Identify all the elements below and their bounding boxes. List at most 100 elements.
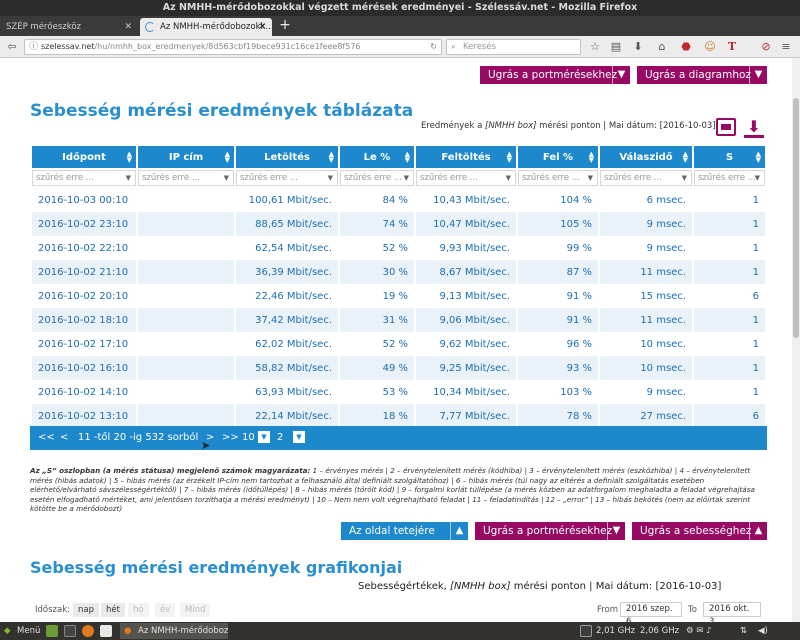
close-tab-icon[interactable]: ✕ xyxy=(124,18,132,36)
jump-portmeres-button[interactable]: Ugrás a portmérésekhez ▼ xyxy=(480,66,630,84)
table-filter-row: szűrés erre ... ▼ szűrés erre ... ▼ szűrés e… xyxy=(32,168,765,188)
jump-portmeres-button-bottom[interactable]: Ugrás a portmérésekhez ▼ xyxy=(475,522,625,540)
page-top-button[interactable]: Az oldal tetejére ▲ xyxy=(341,522,468,540)
close-tab-icon[interactable]: ✕ xyxy=(258,18,266,36)
translate-icon[interactable]: T xyxy=(724,38,740,56)
from-date-input[interactable]: 2016 szep. 6. xyxy=(620,602,682,622)
volume-icon[interactable]: ◀) xyxy=(758,622,768,640)
chevron-up-icon: ▲ xyxy=(749,522,767,540)
filter-input[interactable]: szűrés erre ... ▼ xyxy=(340,170,414,186)
tab-nmhh[interactable]: Az NMHH-mérődobozokk... ✕ xyxy=(140,18,272,36)
meta-box: [NMHH box] xyxy=(450,581,511,592)
filter-input[interactable]: szűrés erre ... ▼ xyxy=(138,170,234,186)
table-cell: 18 % xyxy=(340,404,414,428)
sort-icon: ▲ ▼ xyxy=(588,150,594,164)
firefox-icon[interactable] xyxy=(82,625,94,637)
filter-cell: szűrés erre ... ▼ xyxy=(694,168,765,188)
bookmark-star-icon[interactable]: ☆ xyxy=(587,38,603,56)
column-header[interactable]: S ▲ ▼ xyxy=(694,146,765,168)
stop-icon[interactable]: ⊘ xyxy=(758,38,774,56)
taskbar-task-firefox[interactable]: ● Az NMHH-mérődoboz... xyxy=(120,623,228,639)
table-cell: 49 % xyxy=(340,356,414,380)
table-cell: 91 % xyxy=(518,308,598,332)
print-icon[interactable] xyxy=(716,118,736,136)
jump-sebesseg-button[interactable]: Ugrás a sebességhez ▲ xyxy=(632,522,767,540)
navigation-bar: ⇦ ⓘ szelessav.net/hu/nmhh_box_eredmenyek… xyxy=(0,36,800,58)
tray-icons: ⚙ ✉ ♪ xyxy=(686,626,712,636)
meta-suffix: mérési ponton | Mai dátum: [2016-10-03] xyxy=(513,581,722,592)
filter-input[interactable]: szűrés erre ... ▼ xyxy=(518,170,598,186)
filter-input[interactable]: szűrés erre ... ▼ xyxy=(416,170,516,186)
filter-input[interactable]: szűrés erre ... ▼ xyxy=(32,170,136,186)
menu-logo-icon[interactable]: ◆ xyxy=(4,622,11,640)
info-icon[interactable]: ⓘ xyxy=(29,40,38,54)
reload-icon[interactable]: ↻ xyxy=(430,40,437,54)
table-cell xyxy=(138,356,234,380)
filter-input[interactable]: szűrés erre ... ▼ xyxy=(694,170,765,186)
table-cell: 10,47 Mbit/sec. xyxy=(416,212,516,236)
chevron-down-icon: ▼ xyxy=(125,174,131,182)
table-cell: 1 xyxy=(694,188,765,212)
period-ev-button[interactable]: év xyxy=(155,603,176,617)
home-icon[interactable]: ⌂ xyxy=(654,38,670,56)
table-cell: 9 msec. xyxy=(600,236,692,260)
period-mind-button[interactable]: Mind xyxy=(180,603,211,617)
url-host: szelessav.net xyxy=(41,42,95,51)
new-tab-button[interactable]: + xyxy=(278,16,292,36)
table-cell: 2016-10-02 14:10 xyxy=(32,380,136,404)
table-cell xyxy=(138,212,234,236)
column-label: S xyxy=(725,151,734,163)
files-icon[interactable] xyxy=(100,625,112,637)
adblock-icon[interactable]: ⬣ xyxy=(678,38,694,56)
page-scrollbar[interactable] xyxy=(792,58,800,622)
column-header[interactable]: IP cím ▲ ▼ xyxy=(138,146,234,168)
reader-list-icon[interactable]: ▤ xyxy=(608,38,624,56)
window-title: Az NMHH-mérődobozokkal végzett mérések e… xyxy=(0,0,800,16)
table-cell: 52 % xyxy=(340,236,414,260)
period-nap-button[interactable]: nap xyxy=(73,603,99,617)
filter-cell: szűrés erre ... ▼ xyxy=(236,168,338,188)
prev-page-button[interactable]: < xyxy=(60,426,68,450)
filter-cell: szűrés erre ... ▼ xyxy=(518,168,598,188)
tab-szep[interactable]: SZÉP mérőeszköz ✕ xyxy=(0,18,138,36)
taskbar: ◆ Menü ● Az NMHH-mérődoboz... 2,01 GHz 2… xyxy=(0,622,800,640)
column-header[interactable]: Letöltés ▲ ▼ xyxy=(236,146,338,168)
terminal-icon[interactable] xyxy=(64,625,76,637)
menu-icon[interactable]: ≡ xyxy=(778,38,794,56)
column-header[interactable]: Feltöltés ▲ ▼ xyxy=(416,146,516,168)
column-header[interactable]: Időpont ▲ ▼ xyxy=(32,146,136,168)
scroll-thumb[interactable] xyxy=(793,98,799,338)
filter-input[interactable]: szűrés erre ... ▼ xyxy=(600,170,692,186)
page-dropdown-icon[interactable]: ▼ xyxy=(293,431,305,443)
column-label: Feltöltés xyxy=(441,151,491,163)
filter-input[interactable]: szűrés erre ... ▼ xyxy=(236,170,338,186)
table-cell: 52 % xyxy=(340,332,414,356)
per-page-dropdown-icon[interactable]: ▼ xyxy=(258,431,270,443)
column-header[interactable]: Válaszidő ▲ ▼ xyxy=(600,146,692,168)
page-number-value: 2 xyxy=(277,432,284,443)
legend-intro: Az „S” oszlopban (a mérés státusa) megje… xyxy=(30,466,311,475)
network-icon[interactable]: ⇅ xyxy=(740,622,747,640)
filter-placeholder: szűrés erre ... xyxy=(344,173,402,183)
period-ho-button[interactable]: hó xyxy=(128,603,149,617)
search-input[interactable]: ⌕ Keresés xyxy=(446,39,581,55)
download-icon[interactable]: ⬇ xyxy=(630,38,646,56)
show-desktop-icon[interactable] xyxy=(46,625,58,637)
table-cell xyxy=(138,380,234,404)
table-cell: 9,93 Mbit/sec. xyxy=(416,236,516,260)
menu-button[interactable]: Menü xyxy=(17,622,40,640)
addon-face-icon[interactable]: ☺ xyxy=(702,38,718,56)
first-page-button[interactable]: << xyxy=(38,426,55,450)
chevron-down-icon: ▼ xyxy=(327,174,333,182)
table-row: 2016-10-02 14:10 63,93 Mbit/sec. 53 % 10,34… xyxy=(32,380,765,404)
jump-diagram-button[interactable]: Ugrás a diagramhoz ▼ xyxy=(637,66,767,84)
table-cell: 9,06 Mbit/sec. xyxy=(416,308,516,332)
address-bar[interactable]: ⓘ szelessav.net/hu/nmhh_box_eredmenyek/8… xyxy=(24,39,442,55)
column-header[interactable]: Le % ▲ ▼ xyxy=(340,146,414,168)
download-icon[interactable]: ⬇ xyxy=(744,118,764,138)
back-icon[interactable]: ⇦ xyxy=(4,38,20,56)
period-het-button[interactable]: hét xyxy=(101,603,125,617)
to-date-input[interactable]: 2016 okt. 3. xyxy=(703,602,761,622)
column-header[interactable]: Fel % ▲ ▼ xyxy=(518,146,598,168)
last-page-button[interactable]: >> xyxy=(222,426,239,450)
